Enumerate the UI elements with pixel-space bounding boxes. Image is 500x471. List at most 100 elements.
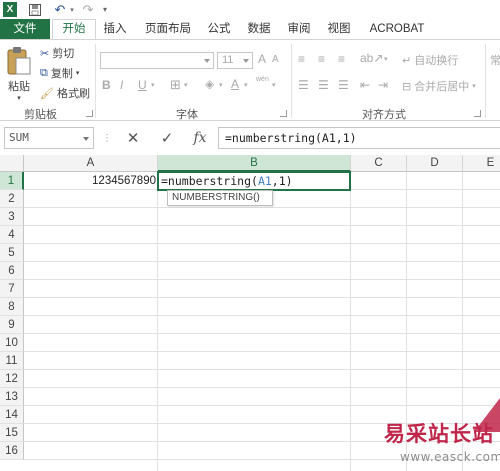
gridline <box>24 279 500 280</box>
tab-formulas[interactable]: 公式 <box>202 19 236 40</box>
row-header[interactable]: 14 <box>0 406 24 424</box>
tab-data[interactable]: 数据 <box>242 19 276 40</box>
fill-color-icon[interactable]: ◈ <box>205 77 214 91</box>
merge-center-label: 合并后居中 <box>414 81 470 93</box>
copy-button[interactable]: ⧉ 复制 ▾ <box>40 65 79 81</box>
name-box[interactable]: SUM <box>4 127 94 149</box>
row-header[interactable]: 1 <box>0 172 24 190</box>
borders-dropdown-icon[interactable]: ▾ <box>184 81 188 89</box>
wrap-text-button[interactable]: ↵ 自动换行 <box>402 52 458 68</box>
borders-icon[interactable]: ⊞ <box>170 77 181 93</box>
formula-input[interactable]: =numberstring(A1,1) <box>218 127 500 149</box>
align-top-icon[interactable]: ≡ <box>298 52 305 66</box>
cell-b1-active[interactable]: =numberstring(A1,1) <box>157 171 351 191</box>
column-header-a[interactable]: A <box>24 155 158 172</box>
column-header-e[interactable]: E <box>463 155 500 172</box>
alignment-launcher-icon[interactable] <box>474 110 481 117</box>
font-name-combo[interactable] <box>100 52 214 69</box>
insert-function-icon[interactable]: fx <box>188 129 212 147</box>
increase-indent-icon[interactable]: ⇥ <box>378 78 388 92</box>
column-header-c[interactable]: C <box>351 155 407 172</box>
row-header[interactable]: 4 <box>0 226 24 244</box>
redo-icon[interactable]: ↷ <box>80 2 96 17</box>
orientation-dropdown-icon[interactable]: ▾ <box>384 55 388 63</box>
fill-color-dropdown-icon[interactable]: ▾ <box>219 81 223 89</box>
copy-dropdown-icon[interactable]: ▾ <box>76 69 80 77</box>
tab-review[interactable]: 审阅 <box>282 19 316 40</box>
underline-button[interactable]: U <box>138 78 147 92</box>
number-format-cut-label[interactable]: 常 <box>490 52 500 68</box>
formula-bar-grip-icon: ⋮ <box>102 132 112 144</box>
cut-button[interactable]: ✂ 剪切 <box>40 45 74 61</box>
gridline <box>24 261 500 262</box>
merge-dropdown-icon[interactable]: ▾ <box>472 82 476 90</box>
phonetic-dropdown-icon[interactable]: ▾ <box>272 81 276 89</box>
group-divider <box>291 44 292 118</box>
column-header-b[interactable]: B <box>158 155 351 172</box>
row-header[interactable]: 15 <box>0 424 24 442</box>
select-all-corner[interactable] <box>0 155 24 172</box>
align-left-icon[interactable]: ☰ <box>298 78 309 92</box>
tab-view[interactable]: 视图 <box>322 19 356 40</box>
clipboard-launcher-icon[interactable] <box>86 110 93 117</box>
decrease-indent-icon[interactable]: ⇤ <box>360 78 370 92</box>
name-box-dropdown-icon[interactable] <box>83 137 89 141</box>
scissors-icon: ✂ <box>40 47 50 60</box>
phonetic-icon[interactable]: wén <box>256 76 269 83</box>
row-header[interactable]: 6 <box>0 262 24 280</box>
undo-icon[interactable]: ↶ <box>52 2 68 17</box>
row-header[interactable]: 16 <box>0 442 24 460</box>
merge-center-button[interactable]: ⊟ 合并后居中 ▾ <box>402 78 476 94</box>
format-painter-button[interactable]: 🖌 格式刷 <box>40 85 90 101</box>
formula-text-end: ,1) <box>271 174 293 188</box>
bold-button[interactable]: B <box>102 78 111 92</box>
align-right-icon[interactable]: ☰ <box>338 78 349 92</box>
row-header[interactable]: 12 <box>0 370 24 388</box>
grow-font-icon[interactable]: A <box>258 52 266 66</box>
font-group-label: 字体 <box>176 109 198 121</box>
customize-qat-icon[interactable]: ▾ <box>100 2 110 17</box>
font-color-icon[interactable]: A <box>231 77 239 91</box>
tab-home[interactable]: 开始 <box>52 19 96 40</box>
row-header[interactable]: 5 <box>0 244 24 262</box>
font-size-combo[interactable]: 11 <box>217 52 253 69</box>
tab-file[interactable]: 文件 <box>0 19 50 40</box>
row-header[interactable]: 8 <box>0 298 24 316</box>
save-icon[interactable] <box>28 2 42 17</box>
font-launcher-icon[interactable] <box>280 110 287 117</box>
gridline <box>24 333 500 334</box>
font-color-dropdown-icon[interactable]: ▾ <box>244 81 248 89</box>
orientation-icon[interactable]: ab↗ <box>360 51 383 65</box>
wrap-text-icon: ↵ <box>402 54 412 67</box>
row-header[interactable]: 13 <box>0 388 24 406</box>
tab-acrobat[interactable]: ACROBAT <box>364 19 430 40</box>
cell-a1[interactable]: 1234567890 <box>24 172 158 190</box>
row-header[interactable]: 2 <box>0 190 24 208</box>
enter-icon[interactable]: ✓ <box>154 129 180 147</box>
row-header[interactable]: 11 <box>0 352 24 370</box>
italic-button[interactable]: I <box>120 78 123 92</box>
paste-dropdown-icon[interactable]: ▾ <box>17 94 21 102</box>
underline-dropdown-icon[interactable]: ▾ <box>151 81 155 89</box>
wrap-text-label: 自动换行 <box>414 55 459 67</box>
function-tooltip[interactable]: NUMBERSTRING() <box>167 190 273 206</box>
tab-insert[interactable]: 插入 <box>98 19 132 40</box>
shrink-font-icon[interactable]: A <box>272 54 279 65</box>
alignment-group-label: 对齐方式 <box>362 109 406 121</box>
align-bottom-icon[interactable]: ≡ <box>338 52 345 66</box>
paste-button[interactable]: 粘贴 ▾ <box>4 46 34 104</box>
tab-page-layout[interactable]: 页面布局 <box>138 19 198 40</box>
gridline <box>24 207 500 208</box>
row-header[interactable]: 7 <box>0 280 24 298</box>
row-header[interactable]: 10 <box>0 334 24 352</box>
paste-icon <box>7 47 31 75</box>
cancel-icon[interactable]: ✕ <box>120 129 146 147</box>
row-header[interactable]: 3 <box>0 208 24 226</box>
gridline <box>24 297 500 298</box>
undo-dropdown-icon[interactable]: ▾ <box>68 2 76 17</box>
align-center-icon[interactable]: ☰ <box>318 78 329 92</box>
row-header[interactable]: 9 <box>0 316 24 334</box>
align-middle-icon[interactable]: ≡ <box>318 52 325 66</box>
paste-label: 粘贴 <box>8 81 30 93</box>
column-header-d[interactable]: D <box>407 155 463 172</box>
